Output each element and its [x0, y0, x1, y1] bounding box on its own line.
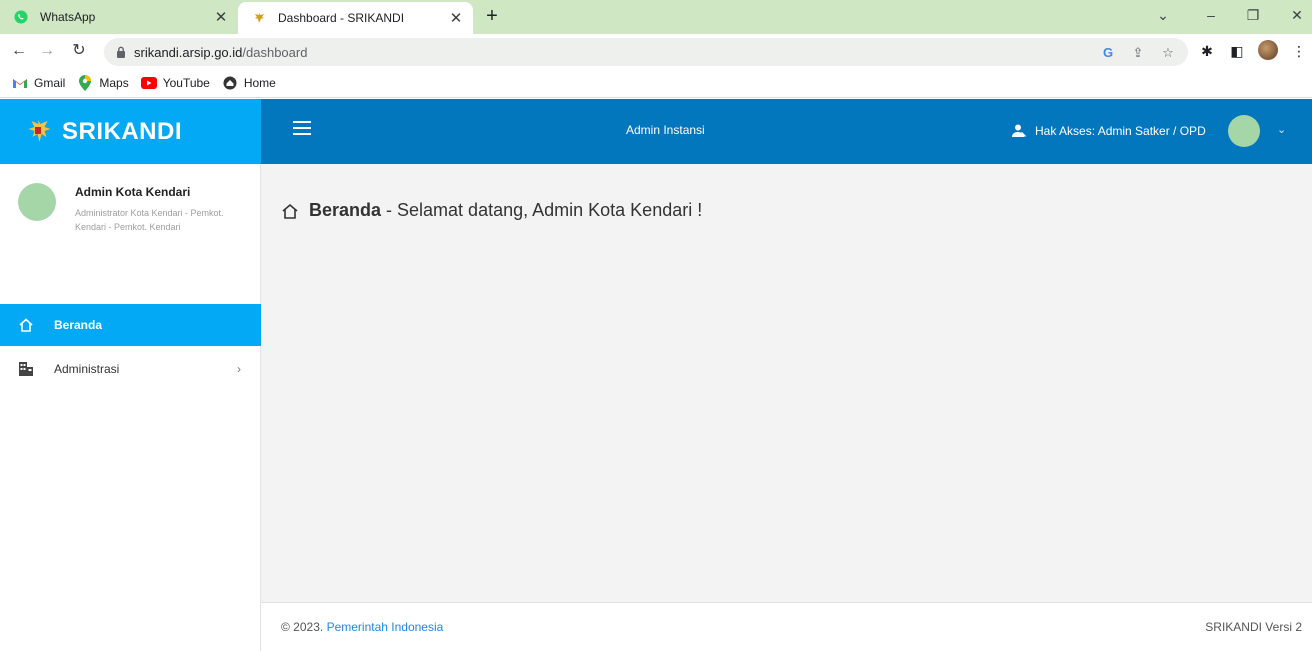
- garuda-icon: [252, 11, 266, 25]
- url-text: srikandi.arsip.go.id/dashboard: [134, 45, 307, 60]
- bookmark-label: YouTube: [162, 75, 210, 90]
- home-bookmark-icon: [222, 75, 238, 91]
- tab-whatsapp[interactable]: WhatsApp ✕: [0, 0, 238, 34]
- bookmark-gmail[interactable]: Gmail: [12, 75, 65, 91]
- side-panel-icon[interactable]: ◧: [1226, 40, 1248, 62]
- restore-icon[interactable]: ❐: [1238, 4, 1268, 28]
- bookmark-label: Gmail: [34, 75, 66, 90]
- tab-search-chevron-icon[interactable]: ⌄: [1148, 4, 1178, 28]
- back-arrow-icon[interactable]: ←: [8, 40, 30, 62]
- header-avatar[interactable]: [1228, 115, 1260, 147]
- address-bar[interactable]: srikandi.arsip.go.id/dashboard G ⇪ ☆: [104, 38, 1188, 66]
- forward-arrow-icon[interactable]: →: [36, 40, 58, 62]
- bookmark-label: Home: [243, 75, 276, 90]
- close-window-icon[interactable]: ✕: [1282, 4, 1312, 28]
- page-title: Beranda - Selamat datang, Admin Kota Ken…: [281, 200, 702, 221]
- chevron-down-icon[interactable]: ⌄: [1277, 123, 1286, 136]
- tab-dashboard[interactable]: Dashboard - SRIKANDI ✕: [238, 2, 473, 34]
- sidebar-item-label: Administrasi: [54, 362, 120, 376]
- access-role-text: Hak Akses: Admin Satker / OPD: [1035, 124, 1206, 138]
- hamburger-menu-icon[interactable]: [293, 121, 311, 137]
- share-icon[interactable]: ⇪: [1128, 43, 1148, 63]
- browser-tab-bar: WhatsApp ✕ Dashboard - SRIKANDI ✕ + ⌄ – …: [0, 0, 1312, 34]
- reload-icon[interactable]: ↻: [68, 40, 90, 62]
- profile-avatar-icon[interactable]: [1258, 40, 1278, 60]
- browser-toolbar: ← → ↻ srikandi.arsip.go.id/dashboard G ⇪…: [0, 34, 1312, 68]
- bookmark-label: Maps: [99, 75, 129, 90]
- new-tab-button[interactable]: +: [480, 5, 504, 29]
- close-tab-icon[interactable]: ✕: [210, 8, 232, 26]
- bookmark-youtube[interactable]: YouTube: [140, 75, 210, 91]
- bookmark-home[interactable]: Home: [222, 75, 276, 91]
- garuda-logo-icon: [28, 119, 51, 142]
- copyright-text: © 2023.: [281, 620, 324, 634]
- chrome-menu-icon[interactable]: ⋮: [1288, 40, 1310, 62]
- minimize-icon[interactable]: –: [1196, 4, 1226, 28]
- home-icon: [16, 315, 36, 335]
- lock-icon: [116, 46, 126, 58]
- sidebar-item-beranda[interactable]: Beranda: [0, 304, 261, 346]
- chevron-right-icon: ›: [237, 362, 241, 376]
- building-icon: [16, 359, 36, 379]
- url-host: srikandi.arsip.go.id: [134, 44, 243, 60]
- gmail-icon: [12, 75, 28, 91]
- youtube-icon: [140, 75, 157, 91]
- bookmark-maps[interactable]: Maps: [77, 74, 129, 91]
- access-role-label: Hak Akses: Admin Satker / OPD: [1011, 123, 1206, 139]
- main-content: Beranda - Selamat datang, Admin Kota Ken…: [261, 164, 1312, 602]
- extensions-puzzle-icon[interactable]: ✱: [1196, 40, 1218, 62]
- page-title-bold: Beranda: [309, 200, 382, 220]
- maps-icon: [77, 74, 93, 91]
- bookmark-star-icon[interactable]: ☆: [1158, 43, 1178, 63]
- whatsapp-icon: [14, 10, 28, 24]
- user-icon: [1012, 124, 1026, 137]
- header-center-label: Admin Instansi: [626, 123, 705, 137]
- footer-version: SRIKANDI Versi 2: [1205, 620, 1302, 634]
- brand-name[interactable]: SRIKANDI: [62, 118, 182, 146]
- page-title-welcome: - Selamat datang, Admin Kota Kendari !: [386, 200, 703, 220]
- tab-title: Dashboard - SRIKANDI: [278, 11, 405, 25]
- brand-bar: SRIKANDI: [0, 99, 261, 164]
- close-tab-icon[interactable]: ✕: [445, 9, 467, 27]
- footer: © 2023. Pemerintah Indonesia SRIKANDI Ve…: [261, 602, 1312, 651]
- home-icon: [282, 203, 298, 219]
- sidebar: Admin Kota Kendari Administrator Kota Ke…: [0, 164, 261, 651]
- footer-copyright: © 2023. Pemerintah Indonesia: [281, 620, 443, 634]
- sidebar-avatar: [18, 183, 56, 221]
- url-path: /dashboard: [242, 44, 308, 60]
- sidebar-user-name: Admin Kota Kendari: [75, 185, 191, 199]
- sidebar-user-role: Administrator Kota Kendari - Pemkot. Ken…: [75, 208, 224, 232]
- google-translate-icon[interactable]: G: [1098, 43, 1118, 63]
- tab-title: WhatsApp: [40, 10, 96, 24]
- app-header: Admin Instansi Hak Akses: Admin Satker /…: [261, 99, 1312, 164]
- sidebar-item-administrasi[interactable]: Administrasi ›: [0, 348, 261, 390]
- bookmarks-bar: Gmail Maps YouTube Home: [0, 68, 1312, 98]
- footer-link[interactable]: Pemerintah Indonesia: [327, 620, 444, 634]
- sidebar-item-label: Beranda: [54, 318, 103, 332]
